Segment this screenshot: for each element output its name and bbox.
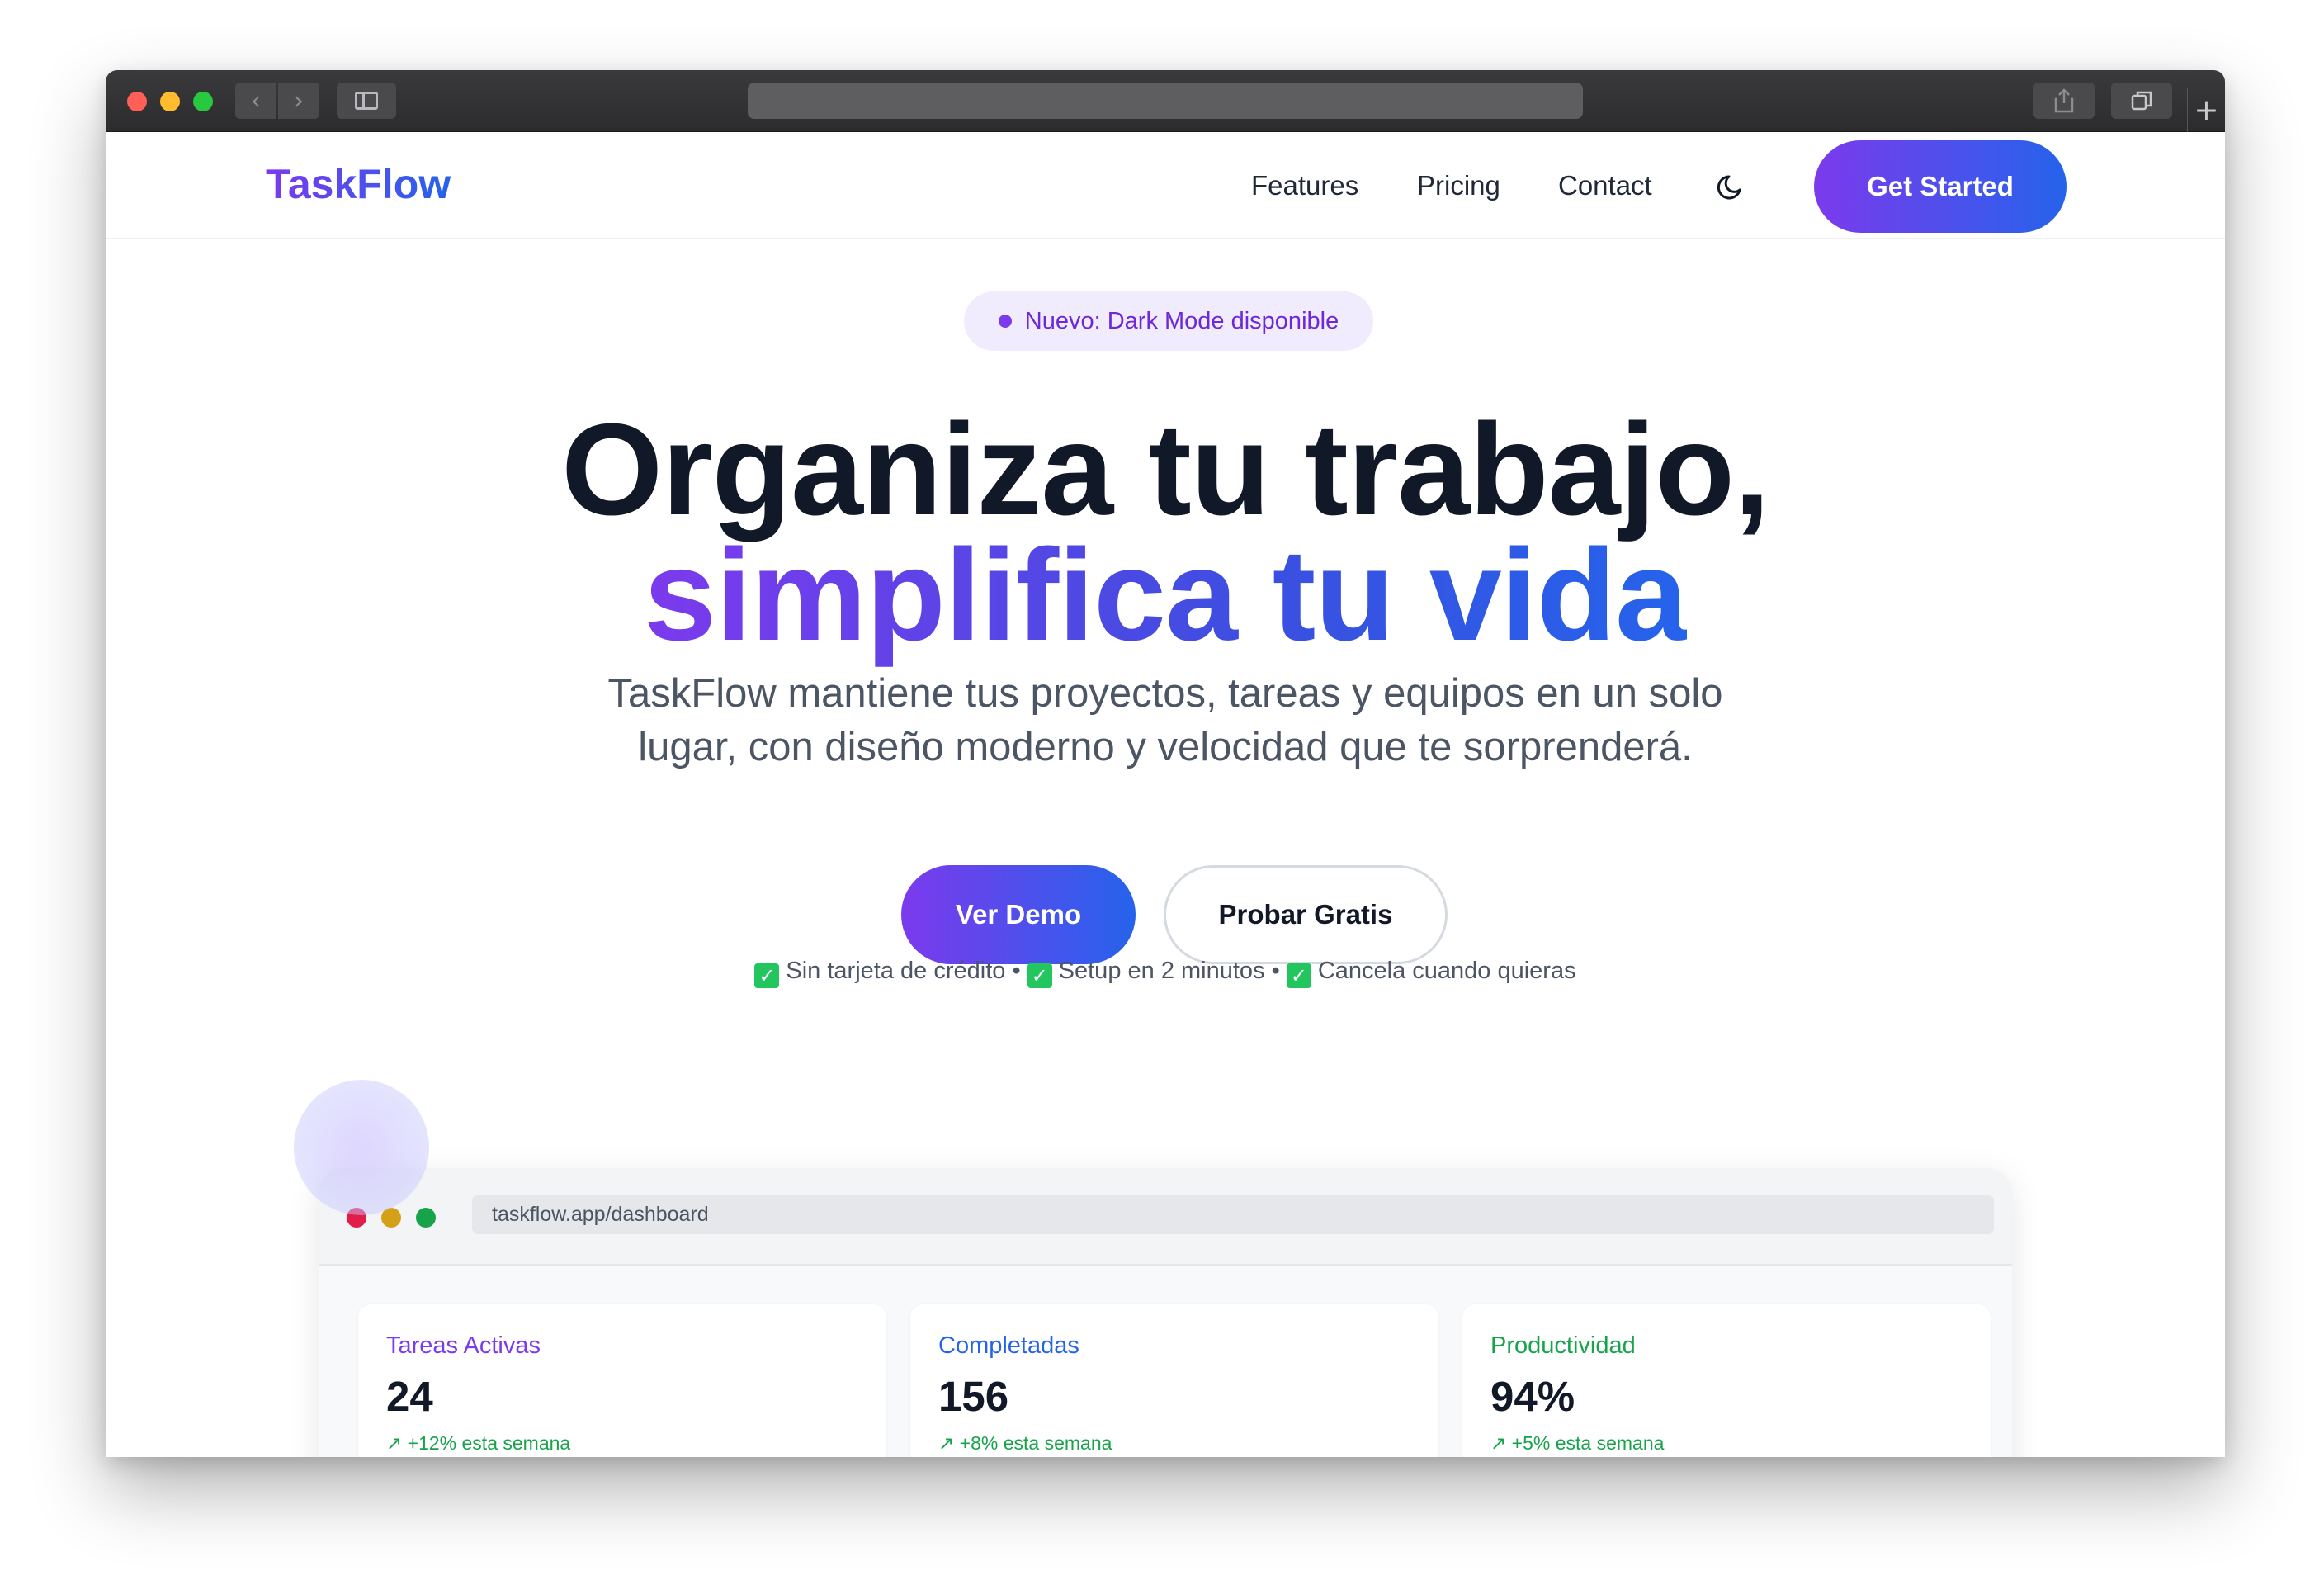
preview-green-dot: [416, 1208, 436, 1228]
hero-title-line2: simplifica tu vida: [106, 525, 2225, 665]
perks-list: ✓ Sin tarjeta de crédito • ✓ Setup en 2 mi…: [106, 958, 2225, 988]
stat-card-completed: Completadas 156 ↗ +8% esta semana: [910, 1304, 1438, 1457]
stat-trend: ↗ +8% esta semana: [938, 1432, 1112, 1454]
logo[interactable]: TaskFlow: [266, 160, 451, 208]
tabs-overview-button[interactable]: [2111, 83, 2172, 119]
ver-demo-button[interactable]: Ver Demo: [901, 865, 1136, 964]
plus-icon: +: [2194, 93, 2219, 127]
browser-window: ‹ › + TaskFlow Features Pricing Contact …: [106, 70, 2225, 1457]
forward-button[interactable]: ›: [278, 83, 319, 119]
share-icon: [2054, 88, 2074, 113]
preview-url-bar: taskflow.app/dashboard: [472, 1195, 1994, 1234]
stat-value: 156: [938, 1373, 1009, 1420]
chevron-right-icon: ›: [294, 86, 304, 116]
perk-item: Sin tarjeta de crédito: [786, 958, 1006, 984]
perk-item: Setup en 2 minutos: [1058, 958, 1265, 984]
tabs-icon: [2131, 91, 2152, 111]
nav-link-pricing[interactable]: Pricing: [1417, 170, 1500, 201]
stat-label: Tareas Activas: [386, 1332, 541, 1359]
nav-link-features[interactable]: Features: [1251, 170, 1358, 201]
close-window-button[interactable]: [127, 92, 147, 111]
stat-value: 24: [386, 1373, 433, 1420]
check-icon: ✓: [1027, 963, 1052, 988]
page-viewport: TaskFlow Features Pricing Contact Get St…: [106, 132, 2225, 1457]
dashboard-preview: taskflow.app/dashboard Tareas Activas 24…: [319, 1168, 2012, 1457]
perk-separator: •: [1012, 958, 1021, 984]
browser-titlebar: ‹ › +: [106, 70, 2225, 132]
stat-trend: ↗ +12% esta semana: [386, 1432, 571, 1454]
decorative-blob: [294, 1080, 429, 1215]
sidebar-toggle-button[interactable]: [337, 83, 396, 119]
badge-dot: [998, 315, 1012, 328]
hero-title-line1: Organiza tu trabajo,: [561, 397, 1770, 542]
announcement-badge: Nuevo: Dark Mode disponible: [964, 291, 1373, 351]
nav-link-contact[interactable]: Contact: [1558, 170, 1652, 201]
check-icon: ✓: [1286, 963, 1311, 988]
site-header: TaskFlow Features Pricing Contact Get St…: [106, 132, 2225, 239]
preview-browser-bar: taskflow.app/dashboard: [319, 1168, 2012, 1266]
hero-subtitle: TaskFlow mantiene tus proyectos, tareas …: [607, 671, 1723, 769]
check-icon: ✓: [754, 963, 780, 988]
get-started-button[interactable]: Get Started: [1814, 140, 2067, 233]
address-bar[interactable]: [748, 83, 1583, 119]
perk-separator: •: [1271, 958, 1280, 984]
back-button[interactable]: ‹: [235, 83, 276, 119]
new-tab-button[interactable]: +: [2187, 88, 2225, 132]
stat-card-active-tasks: Tareas Activas 24 ↗ +12% esta semana: [358, 1304, 886, 1457]
stat-trend: ↗ +5% esta semana: [1490, 1432, 1665, 1454]
probar-gratis-button[interactable]: Probar Gratis: [1164, 865, 1448, 964]
sidebar-icon: [355, 92, 378, 110]
stat-label: Completadas: [938, 1332, 1079, 1359]
stat-label: Productividad: [1490, 1332, 1636, 1359]
stat-card-productivity: Productividad 94% ↗ +5% esta semana: [1462, 1304, 1991, 1457]
perk-item: Cancela cuando quieras: [1317, 958, 1576, 984]
minimize-window-button[interactable]: [160, 92, 180, 111]
moon-icon[interactable]: [1715, 170, 1748, 203]
share-button[interactable]: [2034, 83, 2095, 119]
stat-value: 94%: [1490, 1373, 1575, 1420]
chevron-left-icon: ‹: [251, 86, 261, 116]
maximize-window-button[interactable]: [193, 92, 213, 111]
badge-text: Nuevo: Dark Mode disponible: [1024, 307, 1339, 334]
hero-title-highlight: simplifica tu vida: [644, 523, 1688, 668]
